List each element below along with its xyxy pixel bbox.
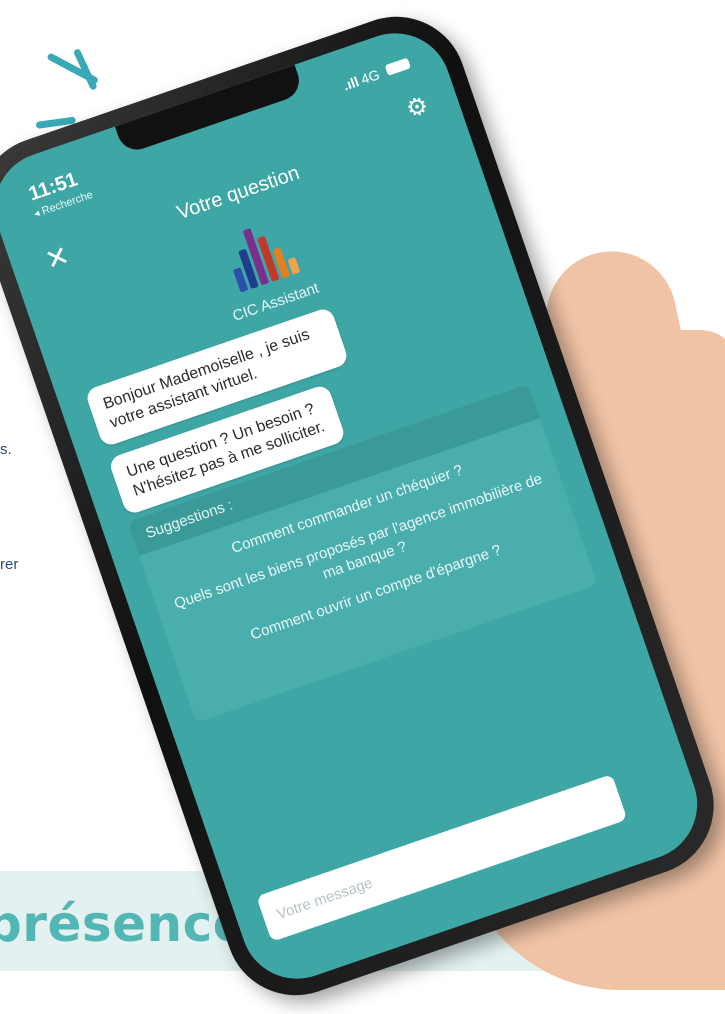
signal-icon: .ıll [340, 73, 361, 94]
network-label: 4G [358, 66, 382, 88]
page-text-fragment: s. [0, 441, 12, 458]
assistant-logo-icon [222, 215, 307, 293]
battery-icon [384, 57, 411, 76]
page-text-fragment: rer [0, 556, 19, 573]
section-heading: présence [0, 895, 248, 953]
send-icon[interactable]: ➤ [636, 765, 671, 806]
